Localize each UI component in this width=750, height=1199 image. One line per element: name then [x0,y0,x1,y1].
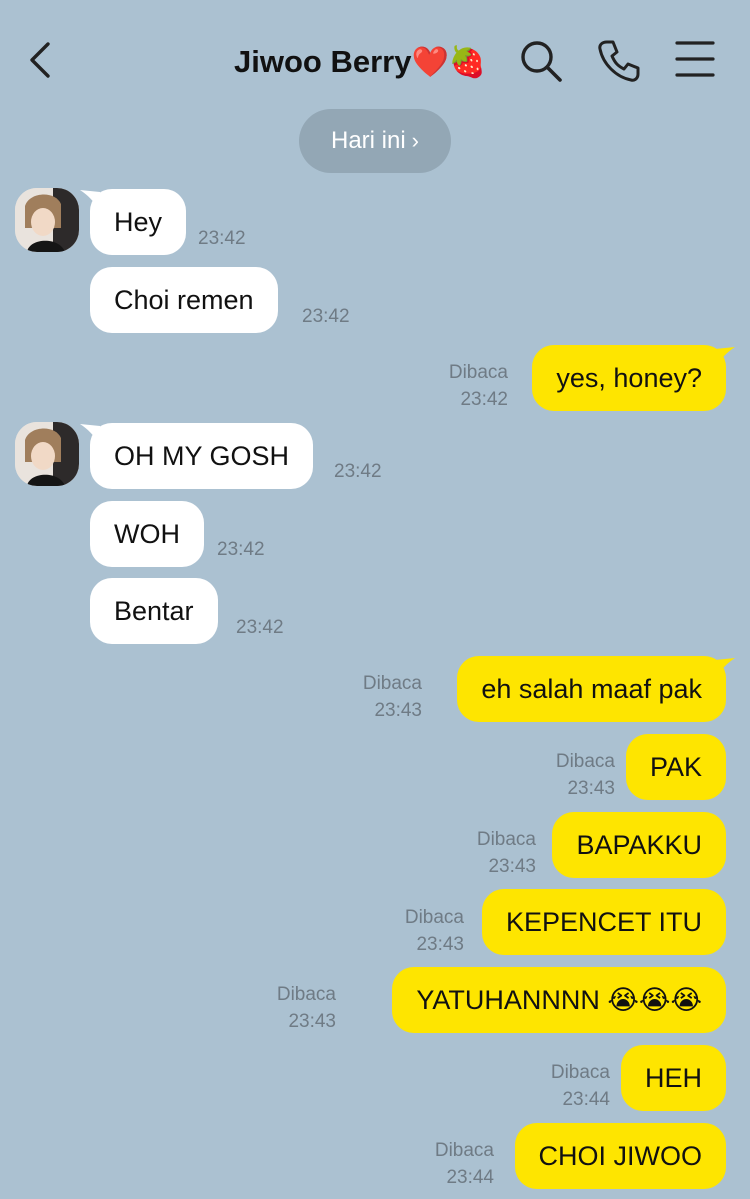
contact-avatar[interactable] [15,188,79,252]
back-button[interactable] [24,40,60,80]
read-status: Dibaca [362,673,422,694]
message-text: eh salah maaf pak [481,674,702,704]
date-divider-label: Hari ini [330,127,406,154]
message-text: YATUHANNNN 😭😭😭 [416,985,702,1015]
message-meta: Dibaca 23:43 [405,904,464,958]
message-bubble-outgoing[interactable]: yes, honey? [532,345,726,411]
menu-icon [675,41,715,77]
message-bubble-outgoing[interactable]: HEH [620,1045,726,1111]
message-time: 23:42 [302,306,350,327]
read-status: Dibaca [276,984,336,1005]
read-status: Dibaca [404,907,464,928]
message-bubble-outgoing[interactable]: KEPENCET ITU [481,889,726,955]
read-status: Dibaca [448,362,508,383]
menu-button[interactable] [672,38,718,84]
message-time: 23:42 [334,461,382,482]
message-bubble-incoming[interactable]: Choi remen [90,267,278,333]
message-text: KEPENCET ITU [505,907,702,937]
call-button[interactable] [596,38,642,84]
chat-title-text: Jiwoo Berry [234,44,412,79]
message-text: OH MY GOSH [114,441,290,471]
message-bubble-outgoing[interactable]: PAK [625,734,726,800]
chat-title-emoji: ❤️🍓 [411,45,487,80]
message-meta: Dibaca 23:43 [477,826,536,880]
message-text: BAPAKKU [576,830,702,860]
read-status: Dibaca [555,751,615,772]
message-bubble-incoming[interactable]: Hey [90,189,187,255]
message-time: 23:43 [416,934,464,955]
avatar-photo [15,422,79,486]
message-time: 23:44 [562,1089,610,1110]
message-meta: Dibaca 23:43 [363,670,422,724]
message-meta: Dibaca 23:42 [449,359,508,413]
search-button[interactable] [518,38,564,84]
read-status: Dibaca [550,1062,610,1083]
message-meta: Dibaca 23:44 [435,1137,494,1191]
message-time: 23:43 [567,778,615,799]
message-meta: Dibaca 23:43 [277,981,336,1035]
message-time: 23:43 [288,1011,336,1032]
message-time: 23:43 [488,856,536,877]
message-bubble-outgoing[interactable]: YATUHANNNN 😭😭😭 [392,967,726,1033]
search-icon [521,41,562,82]
message-time: 23:42 [460,389,508,410]
message-text: Choi remen [114,285,254,315]
date-divider-button[interactable]: Hari ini › [299,109,451,173]
message-text: Bentar [114,596,194,626]
message-text: CHOI JIWOO [538,1141,703,1171]
message-text: yes, honey? [556,363,702,393]
message-bubble-incoming[interactable]: Bentar [90,578,218,644]
message-text: Hey [114,207,163,237]
message-text: PAK [649,752,702,782]
chevron-left-icon [30,42,50,78]
chat-title: Jiwoo Berry❤️🍓 [234,40,486,84]
message-time: 23:44 [446,1167,494,1188]
phone-icon [598,40,640,82]
message-meta: Dibaca 23:43 [556,748,615,802]
message-bubble-incoming[interactable]: WOH [90,501,204,567]
chat-header: Jiwoo Berry❤️🍓 [0,0,750,110]
message-time: 23:42 [198,228,246,249]
message-time: 23:43 [374,700,422,721]
avatar-photo [15,188,79,252]
message-bubble-outgoing[interactable]: CHOI JIWOO [514,1123,726,1189]
chevron-right-icon: › [411,128,419,153]
read-status: Dibaca [434,1140,494,1161]
message-text: HEH [644,1063,702,1093]
contact-avatar[interactable] [15,422,79,486]
message-time: 23:42 [236,617,284,638]
message-time: 23:42 [217,539,265,560]
message-text: WOH [114,519,180,549]
read-status: Dibaca [476,829,536,850]
message-bubble-incoming[interactable]: OH MY GOSH [90,423,314,489]
message-bubble-outgoing[interactable]: BAPAKKU [552,812,726,878]
message-bubble-outgoing[interactable]: eh salah maaf pak [457,656,726,722]
message-meta: Dibaca 23:44 [551,1059,610,1113]
